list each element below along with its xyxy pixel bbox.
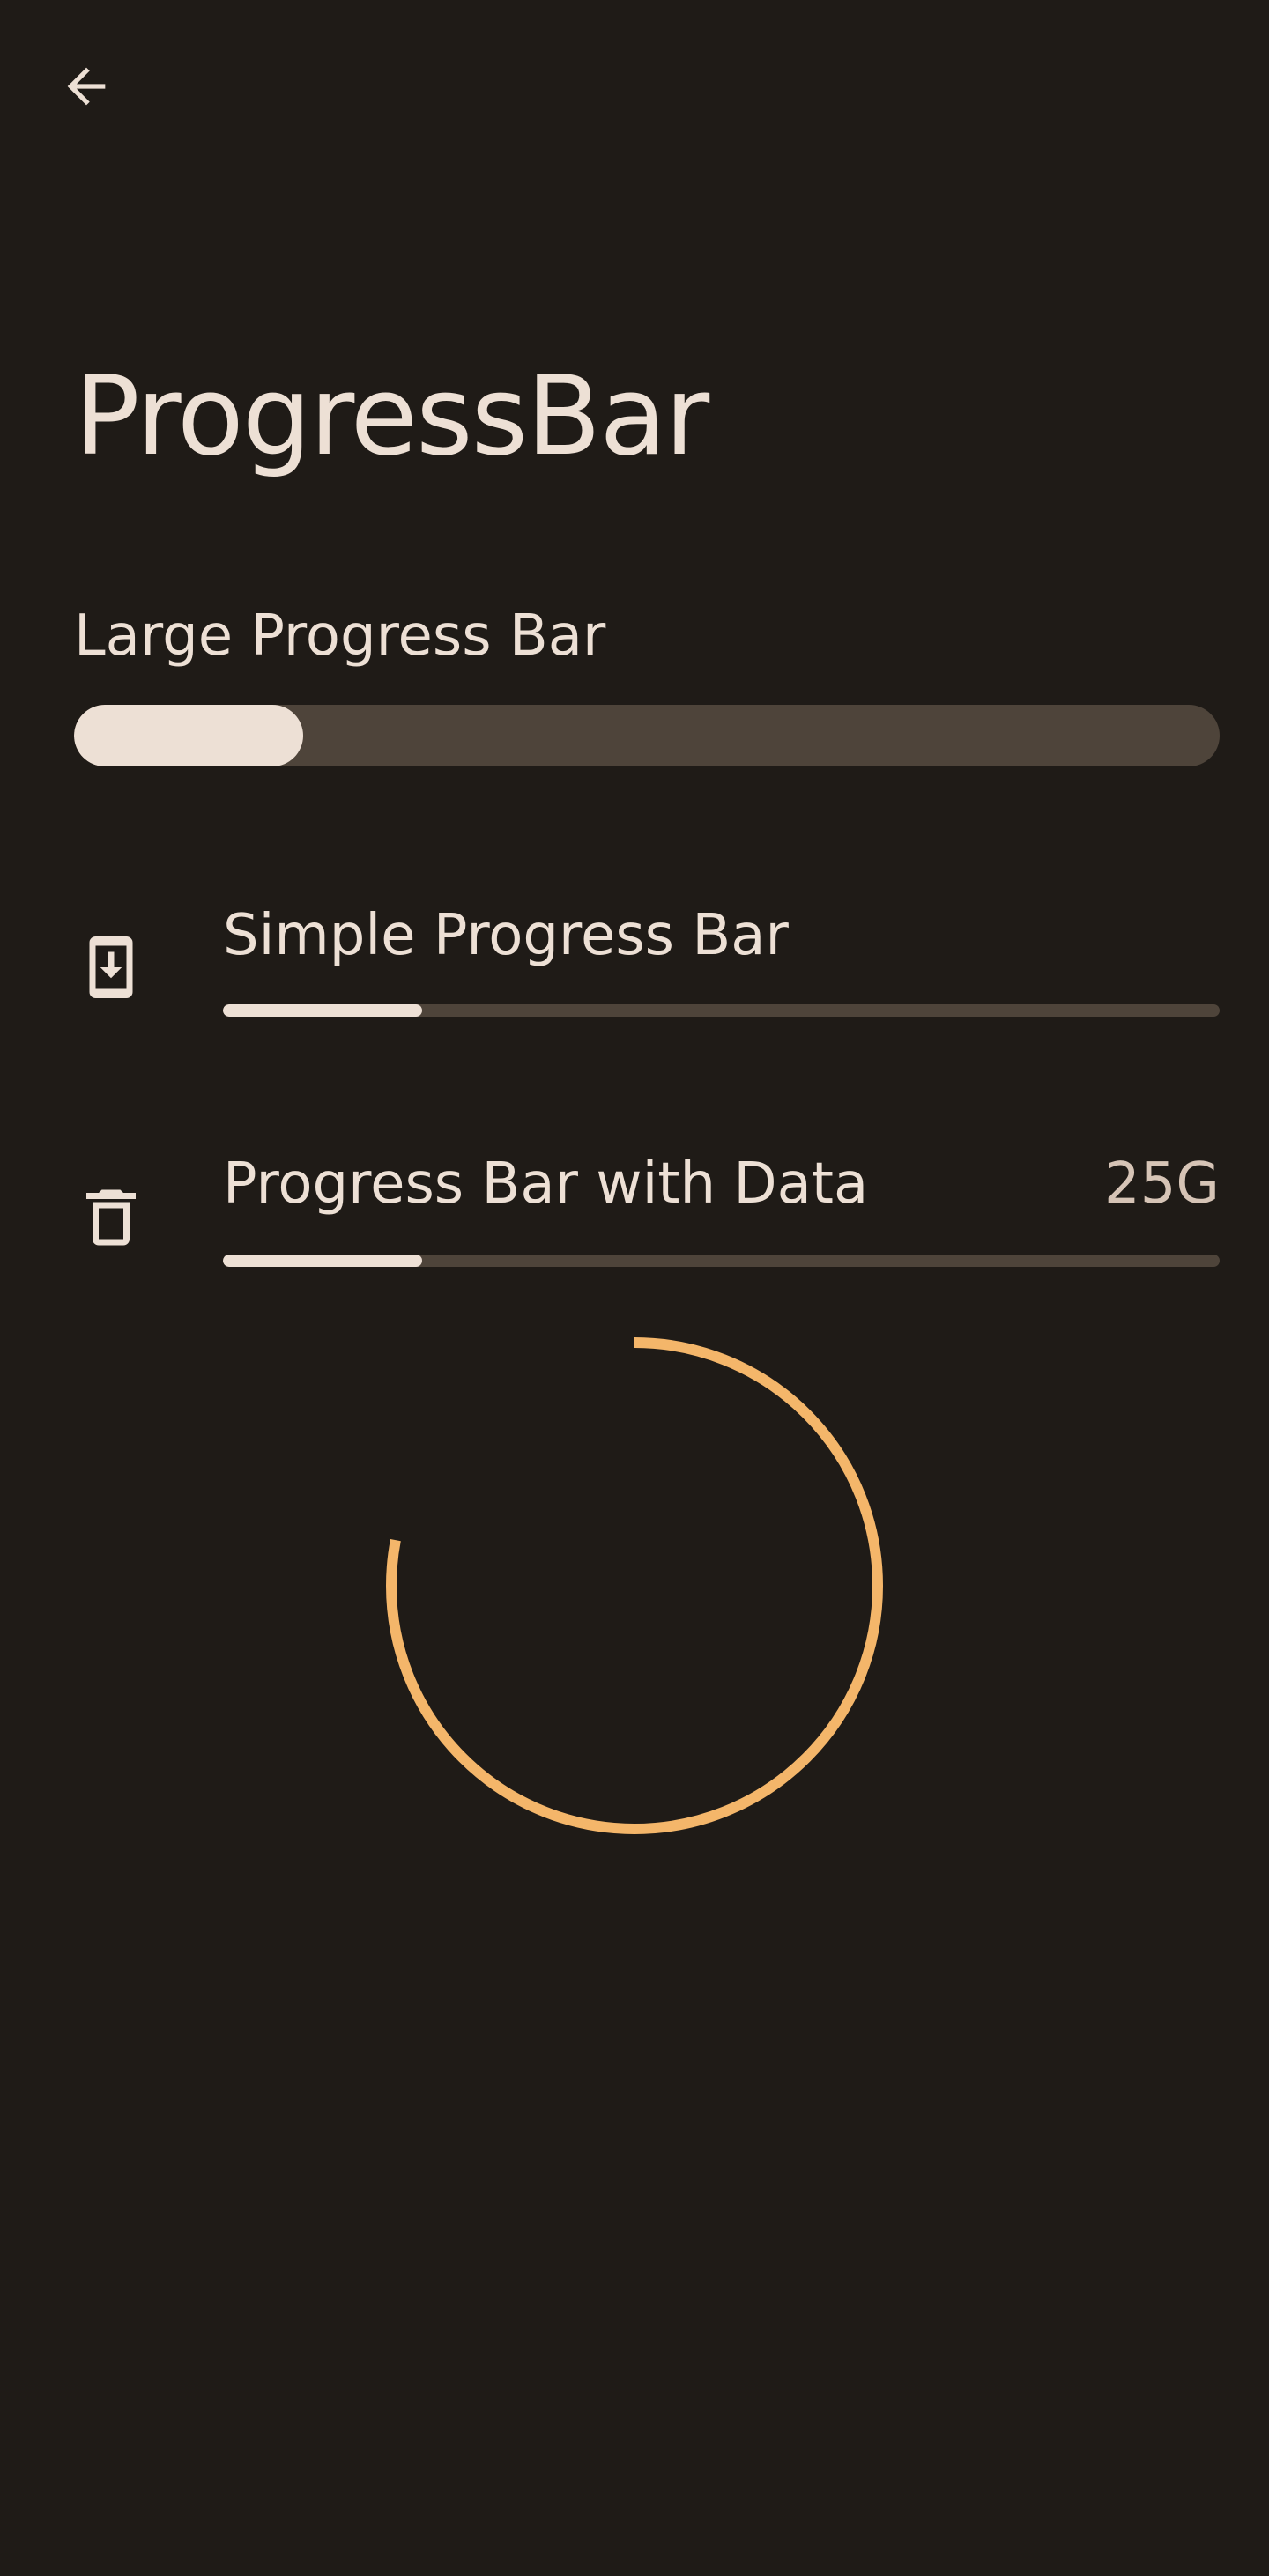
trash-icon [74, 1181, 148, 1255]
back-button[interactable] [49, 49, 123, 123]
simple-progress-fill [223, 1004, 423, 1017]
phone-download-icon [74, 930, 148, 1004]
circular-progress-indicator [386, 1337, 883, 1834]
large-progress-fill [74, 705, 303, 766]
large-progress-label: Large Progress Bar [74, 603, 606, 669]
data-progress-fill [223, 1255, 423, 1267]
data-progress-value: 25G [1103, 1151, 1220, 1217]
large-progress-bar [74, 705, 1220, 766]
simple-progress-bar [223, 1004, 1220, 1017]
simple-progress-label: Simple Progress Bar [223, 903, 789, 968]
data-progress-label: Progress Bar with Data [223, 1151, 869, 1217]
data-progress-bar [223, 1255, 1220, 1267]
page-title: ProgressBar [74, 353, 709, 480]
spinner-arc [386, 1337, 883, 1834]
arrow-back-icon [67, 67, 106, 106]
